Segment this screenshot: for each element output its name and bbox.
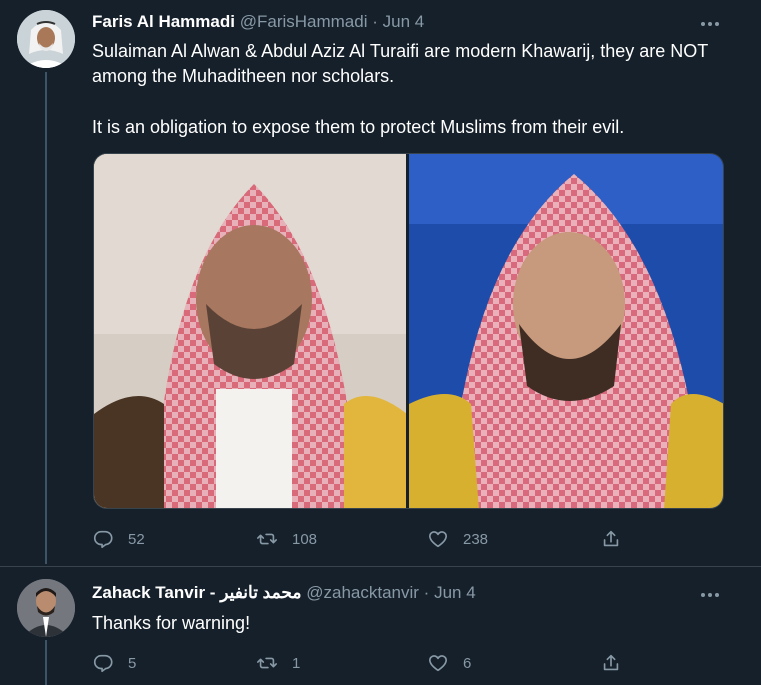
reply-count: 5 (128, 654, 137, 672)
tweet-text: Sulaiman Al Alwan & Abdul Aziz Al Turaif… (92, 41, 708, 86)
like-button[interactable]: 238 (427, 527, 488, 551)
photo[interactable] (409, 154, 723, 508)
retweet-icon (257, 657, 277, 669)
like-icon (428, 655, 448, 672)
like-count: 6 (463, 654, 472, 672)
author-name[interactable]: Zahack Tanvir - محمد تانفير (92, 583, 302, 602)
reply-count: 52 (128, 530, 145, 548)
retweet-count: 108 (292, 530, 318, 548)
like-button[interactable]: 6 (427, 651, 471, 675)
reply-icon (93, 530, 113, 549)
reply-button[interactable]: 5 (92, 651, 136, 675)
tweet-date[interactable]: Jun 4 (434, 583, 476, 602)
separator: · (372, 12, 378, 31)
tweet-text: It is an obligation to expose them to pr… (92, 117, 625, 137)
retweet-icon (257, 533, 277, 545)
photo[interactable] (94, 154, 406, 508)
share-button[interactable] (600, 527, 636, 551)
author-handle[interactable]: @FarisHammadi (240, 12, 368, 31)
author-name[interactable]: Faris Al Hammadi (92, 12, 235, 31)
tweet[interactable]: Zahack Tanvir - محمد تانفير @zahacktanvi… (0, 566, 761, 685)
author-handle[interactable]: @zahacktanvir (306, 583, 419, 602)
reply-icon (93, 654, 113, 673)
tweet-actions: 5 1 6 (92, 651, 652, 675)
tweet-date[interactable]: Jun 4 (383, 12, 425, 31)
tweet-media[interactable] (93, 153, 724, 509)
share-button[interactable] (600, 651, 636, 675)
thread-line (45, 640, 47, 685)
share-icon (603, 654, 619, 671)
retweet-count: 1 (292, 654, 301, 672)
retweet-button[interactable]: 1 (256, 651, 300, 675)
thread-line (45, 72, 47, 564)
like-count: 238 (463, 530, 489, 548)
more-icon[interactable] (699, 585, 721, 605)
share-icon (603, 530, 619, 547)
tweet-header: Zahack Tanvir - محمد تانفير @zahacktanvi… (92, 583, 476, 603)
retweet-button[interactable]: 108 (256, 527, 317, 551)
reply-button[interactable]: 52 (92, 527, 145, 551)
tweet-header: Faris Al Hammadi @FarisHammadi · Jun 4 (92, 12, 424, 32)
avatar[interactable] (17, 579, 75, 637)
like-icon (428, 531, 448, 548)
tweet-actions: 52 108 238 (92, 527, 652, 551)
tweet[interactable]: Faris Al Hammadi @FarisHammadi · Jun 4 S… (0, 0, 761, 566)
tweet-text: Thanks for warning! (92, 613, 251, 633)
more-icon[interactable] (699, 14, 721, 34)
avatar[interactable] (17, 10, 75, 68)
separator: · (423, 583, 430, 602)
